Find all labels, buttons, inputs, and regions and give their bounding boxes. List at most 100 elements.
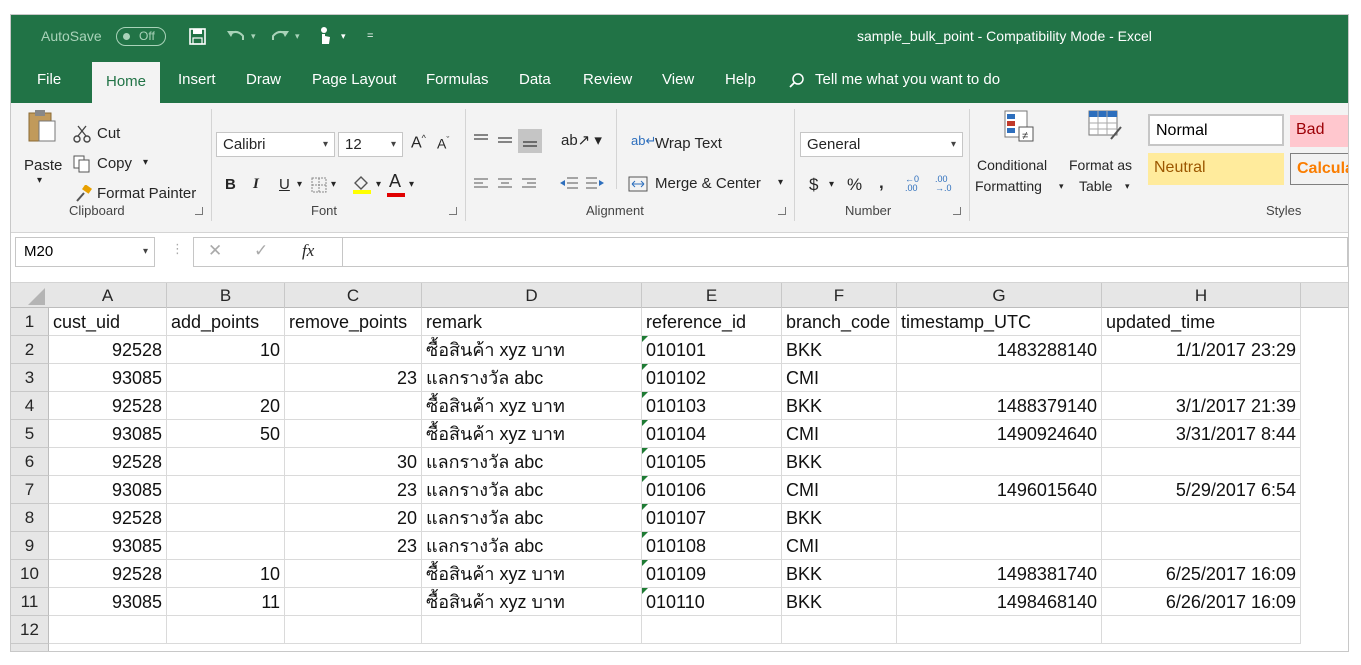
cell-f7[interactable]: CMI [782,476,897,504]
cell-f12[interactable] [782,616,897,644]
cell-b1[interactable]: add_points [167,308,285,336]
clipboard-launcher-icon[interactable] [195,207,203,215]
cell-e3[interactable]: 010102 [642,364,782,392]
cell-e11[interactable]: 010110 [642,588,782,616]
tab-draw[interactable]: Draw [246,57,281,103]
font-family-select[interactable]: Calibri ▾ [216,132,335,157]
cell-f11[interactable]: BKK [782,588,897,616]
format-as-table-button[interactable]: Format as Table ▾ [1067,109,1143,199]
cell-f9[interactable]: CMI [782,532,897,560]
save-icon[interactable] [189,28,206,45]
cell-h6[interactable] [1102,448,1301,476]
font-color-dropdown-icon[interactable]: ▾ [409,179,414,190]
percent-button[interactable]: % [847,175,862,195]
insert-function-button[interactable]: fx [302,241,314,261]
cell-d11[interactable]: ซื้อสินค้า xyz บาท [422,588,642,616]
style-bad[interactable]: Bad [1290,115,1348,147]
orientation-icon[interactable]: ab↗ ▾ [561,131,602,149]
touch-mode-icon[interactable] [317,26,333,46]
cell-f4[interactable]: BKK [782,392,897,420]
cell-e6[interactable]: 010105 [642,448,782,476]
merge-center-button[interactable]: Merge & Center ▾ [626,173,791,197]
cell-b8[interactable] [167,504,285,532]
column-header-g[interactable]: G [897,283,1102,308]
cell-g8[interactable] [897,504,1102,532]
cell-a10[interactable]: 92528 [49,560,167,588]
cell-d12[interactable] [422,616,642,644]
cell-c3[interactable]: 23 [285,364,422,392]
borders-icon[interactable] [311,177,327,193]
cell-e8[interactable]: 010107 [642,504,782,532]
cell-e4[interactable]: 010103 [642,392,782,420]
cell-b11[interactable]: 11 [167,588,285,616]
font-launcher-icon[interactable] [449,207,457,215]
merge-dropdown-icon[interactable]: ▾ [778,177,783,188]
row-header-1[interactable]: 1 [11,308,49,336]
number-format-select[interactable]: General ▾ [800,132,963,157]
cell-d5[interactable]: ซื้อสินค้า xyz บาท [422,420,642,448]
tab-file[interactable]: File [37,57,61,103]
tab-insert[interactable]: Insert [178,57,216,103]
cell-b4[interactable]: 20 [167,392,285,420]
cell-h2[interactable]: 1/1/2017 23:29 [1102,336,1301,364]
cell-g4[interactable]: 1488379140 [897,392,1102,420]
cell-e7[interactable]: 010106 [642,476,782,504]
align-center-icon[interactable] [497,177,513,191]
bold-button[interactable]: B [225,176,236,193]
cell-g12[interactable] [897,616,1102,644]
cell-a12[interactable] [49,616,167,644]
wrap-text-button[interactable]: ab↵ Wrap Text [626,133,736,157]
cell-g6[interactable] [897,448,1102,476]
cell-d1[interactable]: remark [422,308,642,336]
cell-h12[interactable] [1102,616,1301,644]
cell-c9[interactable]: 23 [285,532,422,560]
cell-b3[interactable] [167,364,285,392]
cell-d2[interactable]: ซื้อสินค้า xyz บาท [422,336,642,364]
cell-d3[interactable]: แลกรางวัล abc [422,364,642,392]
undo-icon[interactable] [225,28,247,45]
row-header-2[interactable]: 2 [11,336,49,364]
cancel-entry-icon[interactable]: ✕ [208,241,222,261]
cell-h10[interactable]: 6/25/2017 16:09 [1102,560,1301,588]
redo-dropdown-icon[interactable]: ▾ [295,15,300,57]
cell-d4[interactable]: ซื้อสินค้า xyz บาท [422,392,642,420]
cell-c1[interactable]: remove_points [285,308,422,336]
row-header-10[interactable]: 10 [11,560,49,588]
cell-h8[interactable] [1102,504,1301,532]
cell-e12[interactable] [642,616,782,644]
cell-h1[interactable]: updated_time [1102,308,1301,336]
cell-b7[interactable] [167,476,285,504]
currency-dropdown-icon[interactable]: ▾ [829,179,834,190]
cell-h5[interactable]: 3/31/2017 8:44 [1102,420,1301,448]
cell-f6[interactable]: BKK [782,448,897,476]
cell-e1[interactable]: reference_id [642,308,782,336]
cut-button[interactable]: Cut [73,123,143,147]
cell-c5[interactable] [285,420,422,448]
cell-d10[interactable]: ซื้อสินค้า xyz บาท [422,560,642,588]
cell-b10[interactable]: 10 [167,560,285,588]
autosave-toggle[interactable]: Off [116,27,166,46]
row-header-9[interactable]: 9 [11,532,49,560]
cell-d6[interactable]: แลกรางวัล abc [422,448,642,476]
column-header-e[interactable]: E [642,283,782,308]
cell-a1[interactable]: cust_uid [49,308,167,336]
formula-input[interactable] [343,237,1348,267]
cell-a6[interactable]: 92528 [49,448,167,476]
cell-d9[interactable]: แลกรางวัล abc [422,532,642,560]
increase-indent-icon[interactable] [585,176,605,192]
borders-dropdown-icon[interactable]: ▾ [331,179,336,190]
confirm-entry-icon[interactable]: ✓ [254,241,268,261]
cell-c7[interactable]: 23 [285,476,422,504]
cell-c6[interactable]: 30 [285,448,422,476]
decrease-font-size-icon[interactable]: Aˇ [437,135,449,152]
cell-e2[interactable]: 010101 [642,336,782,364]
cell-f3[interactable]: CMI [782,364,897,392]
copy-button[interactable]: Copy ▾ [73,153,163,177]
cell-f8[interactable]: BKK [782,504,897,532]
tab-view[interactable]: View [662,57,694,103]
column-header-h[interactable]: H [1102,283,1301,308]
copy-dropdown-icon[interactable]: ▾ [143,157,148,168]
cell-e10[interactable]: 010109 [642,560,782,588]
increase-font-size-icon[interactable]: A^ [411,133,426,152]
underline-dropdown-icon[interactable]: ▾ [297,179,302,190]
